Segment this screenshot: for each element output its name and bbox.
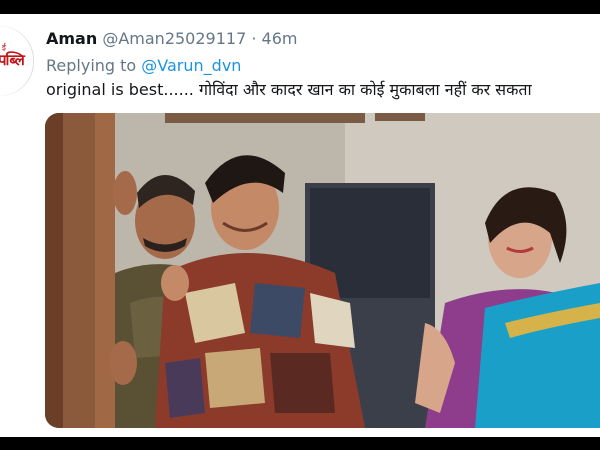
reply-to-link[interactable]: @Varun_dvn — [141, 56, 241, 75]
photo-illustration — [45, 113, 600, 428]
reply-prefix: Replying to — [46, 56, 137, 75]
avatar-logo-text: पब्लि — [0, 51, 25, 69]
user-handle[interactable]: @Aman25029117 — [102, 29, 246, 48]
tweet-text: original is best...... गोविंदा और कादर ख… — [46, 80, 532, 99]
screenshot-frame: ई पब्लि Aman @Aman25029117 · 46m Replyin… — [0, 0, 600, 450]
timestamp[interactable]: 46m — [262, 29, 298, 48]
tweet-media-photo[interactable] — [45, 113, 600, 428]
reply-context: Replying to @Varun_dvn — [46, 55, 241, 77]
tweet-card[interactable]: ई पब्लि Aman @Aman25029117 · 46m Replyin… — [0, 14, 600, 437]
tweet-header: Aman @Aman25029117 · 46m — [46, 28, 298, 50]
display-name[interactable]: Aman — [46, 29, 97, 48]
separator-dot: · — [251, 29, 257, 48]
avatar[interactable]: ई पब्लि — [0, 26, 34, 96]
